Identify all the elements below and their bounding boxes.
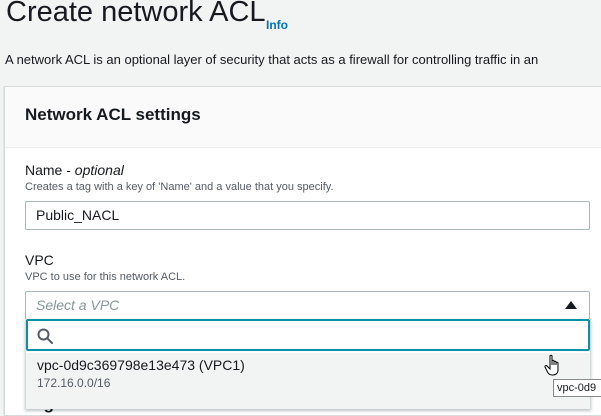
vpc-option-cidr: 172.16.0.0/16 xyxy=(37,376,111,390)
tooltip: vpc-0d9 xyxy=(553,379,601,397)
name-label-text: Name - xyxy=(25,162,75,178)
vpc-field-description: VPC to use for this network ACL. xyxy=(25,271,186,283)
vpc-select[interactable]: Select a VPC xyxy=(25,291,590,320)
caret-up-icon xyxy=(565,301,577,309)
page-description: A network ACL is an optional layer of se… xyxy=(5,52,539,67)
optional-tag: optional xyxy=(74,162,124,178)
vpc-option-label: vpc-0d9c369798e13e473 (VPC1) xyxy=(37,357,245,373)
panel-header: Network ACL settings xyxy=(5,87,601,148)
hand-cursor-icon xyxy=(544,354,559,376)
vpc-filter-input[interactable] xyxy=(26,319,590,351)
name-field-description: Creates a tag with a key of 'Name' and a… xyxy=(25,181,334,193)
name-field-label: Name - optional xyxy=(25,162,124,178)
panel-title: Network ACL settings xyxy=(25,105,201,124)
vpc-select-placeholder: Select a VPC xyxy=(36,297,120,313)
info-link[interactable]: Info xyxy=(266,18,288,32)
name-input[interactable]: Public_NACL xyxy=(25,201,590,230)
vpc-dropdown-menu: vpc-0d9c369798e13e473 (VPC1) 172.16.0.0/… xyxy=(25,319,591,409)
search-icon xyxy=(37,328,53,344)
vpc-option[interactable]: vpc-0d9c369798e13e473 (VPC1) 172.16.0.0/… xyxy=(26,353,590,409)
vpc-field-label: VPC xyxy=(25,252,54,268)
page-title: Create network ACL xyxy=(6,0,266,28)
